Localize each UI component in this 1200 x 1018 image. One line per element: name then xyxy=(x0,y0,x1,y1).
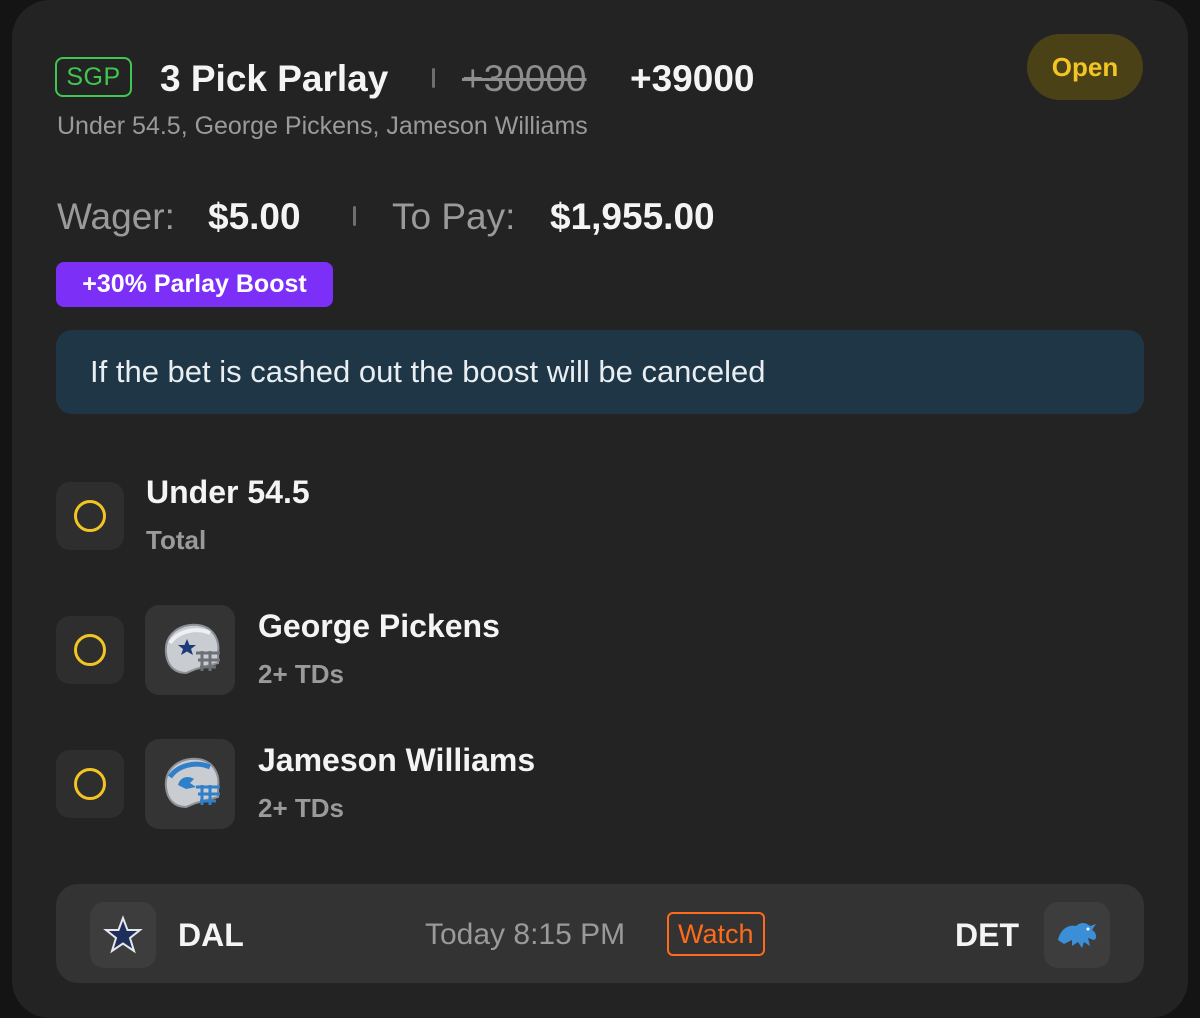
leg-title: Under 54.5 xyxy=(146,474,310,510)
bet-subtitle: Under 54.5, George Pickens, Jameson Will… xyxy=(57,112,588,140)
to-pay-label: To Pay: xyxy=(392,196,516,237)
leg-status-indicator xyxy=(56,482,124,550)
leg-title: George Pickens xyxy=(258,608,500,644)
cowboys-helmet-icon xyxy=(164,623,220,675)
away-team-logo xyxy=(90,902,156,968)
leg-status-indicator xyxy=(56,616,124,684)
parlay-boost-badge: +30% Parlay Boost xyxy=(56,262,333,307)
wager-value: $5.00 xyxy=(208,196,301,237)
leg-market: 2+ TDs xyxy=(258,793,344,823)
original-odds: +30000 xyxy=(462,58,587,99)
home-team-abbr: DET xyxy=(955,917,1019,953)
leg-market: Total xyxy=(146,525,207,555)
watch-button[interactable]: Watch xyxy=(667,912,765,956)
leg-title: Jameson Williams xyxy=(258,742,536,778)
lions-helmet-icon xyxy=(164,757,220,809)
cowboys-star-icon xyxy=(103,915,143,954)
home-team-logo xyxy=(1044,902,1110,968)
title-divider xyxy=(432,68,435,88)
pending-circle-icon xyxy=(74,634,106,666)
wager-label: Wager: xyxy=(57,196,175,237)
away-team-abbr: DAL xyxy=(178,917,244,953)
player-team-logo xyxy=(145,739,235,829)
game-time: Today 8:15 PM xyxy=(425,918,626,951)
wager-divider xyxy=(353,206,356,226)
sgp-badge: SGP xyxy=(55,57,132,97)
boost-notice: If the bet is cashed out the boost will … xyxy=(56,330,1144,414)
pending-circle-icon xyxy=(74,500,106,532)
pending-circle-icon xyxy=(74,768,106,800)
lions-logo-icon xyxy=(1058,923,1097,948)
player-team-logo xyxy=(145,605,235,695)
status-badge: Open xyxy=(1027,34,1143,100)
to-pay-value: $1,955.00 xyxy=(550,196,715,237)
bet-title: 3 Pick Parlay xyxy=(160,58,389,99)
leg-status-indicator xyxy=(56,750,124,818)
leg-market: 2+ TDs xyxy=(258,659,344,689)
boosted-odds: +39000 xyxy=(630,58,755,99)
